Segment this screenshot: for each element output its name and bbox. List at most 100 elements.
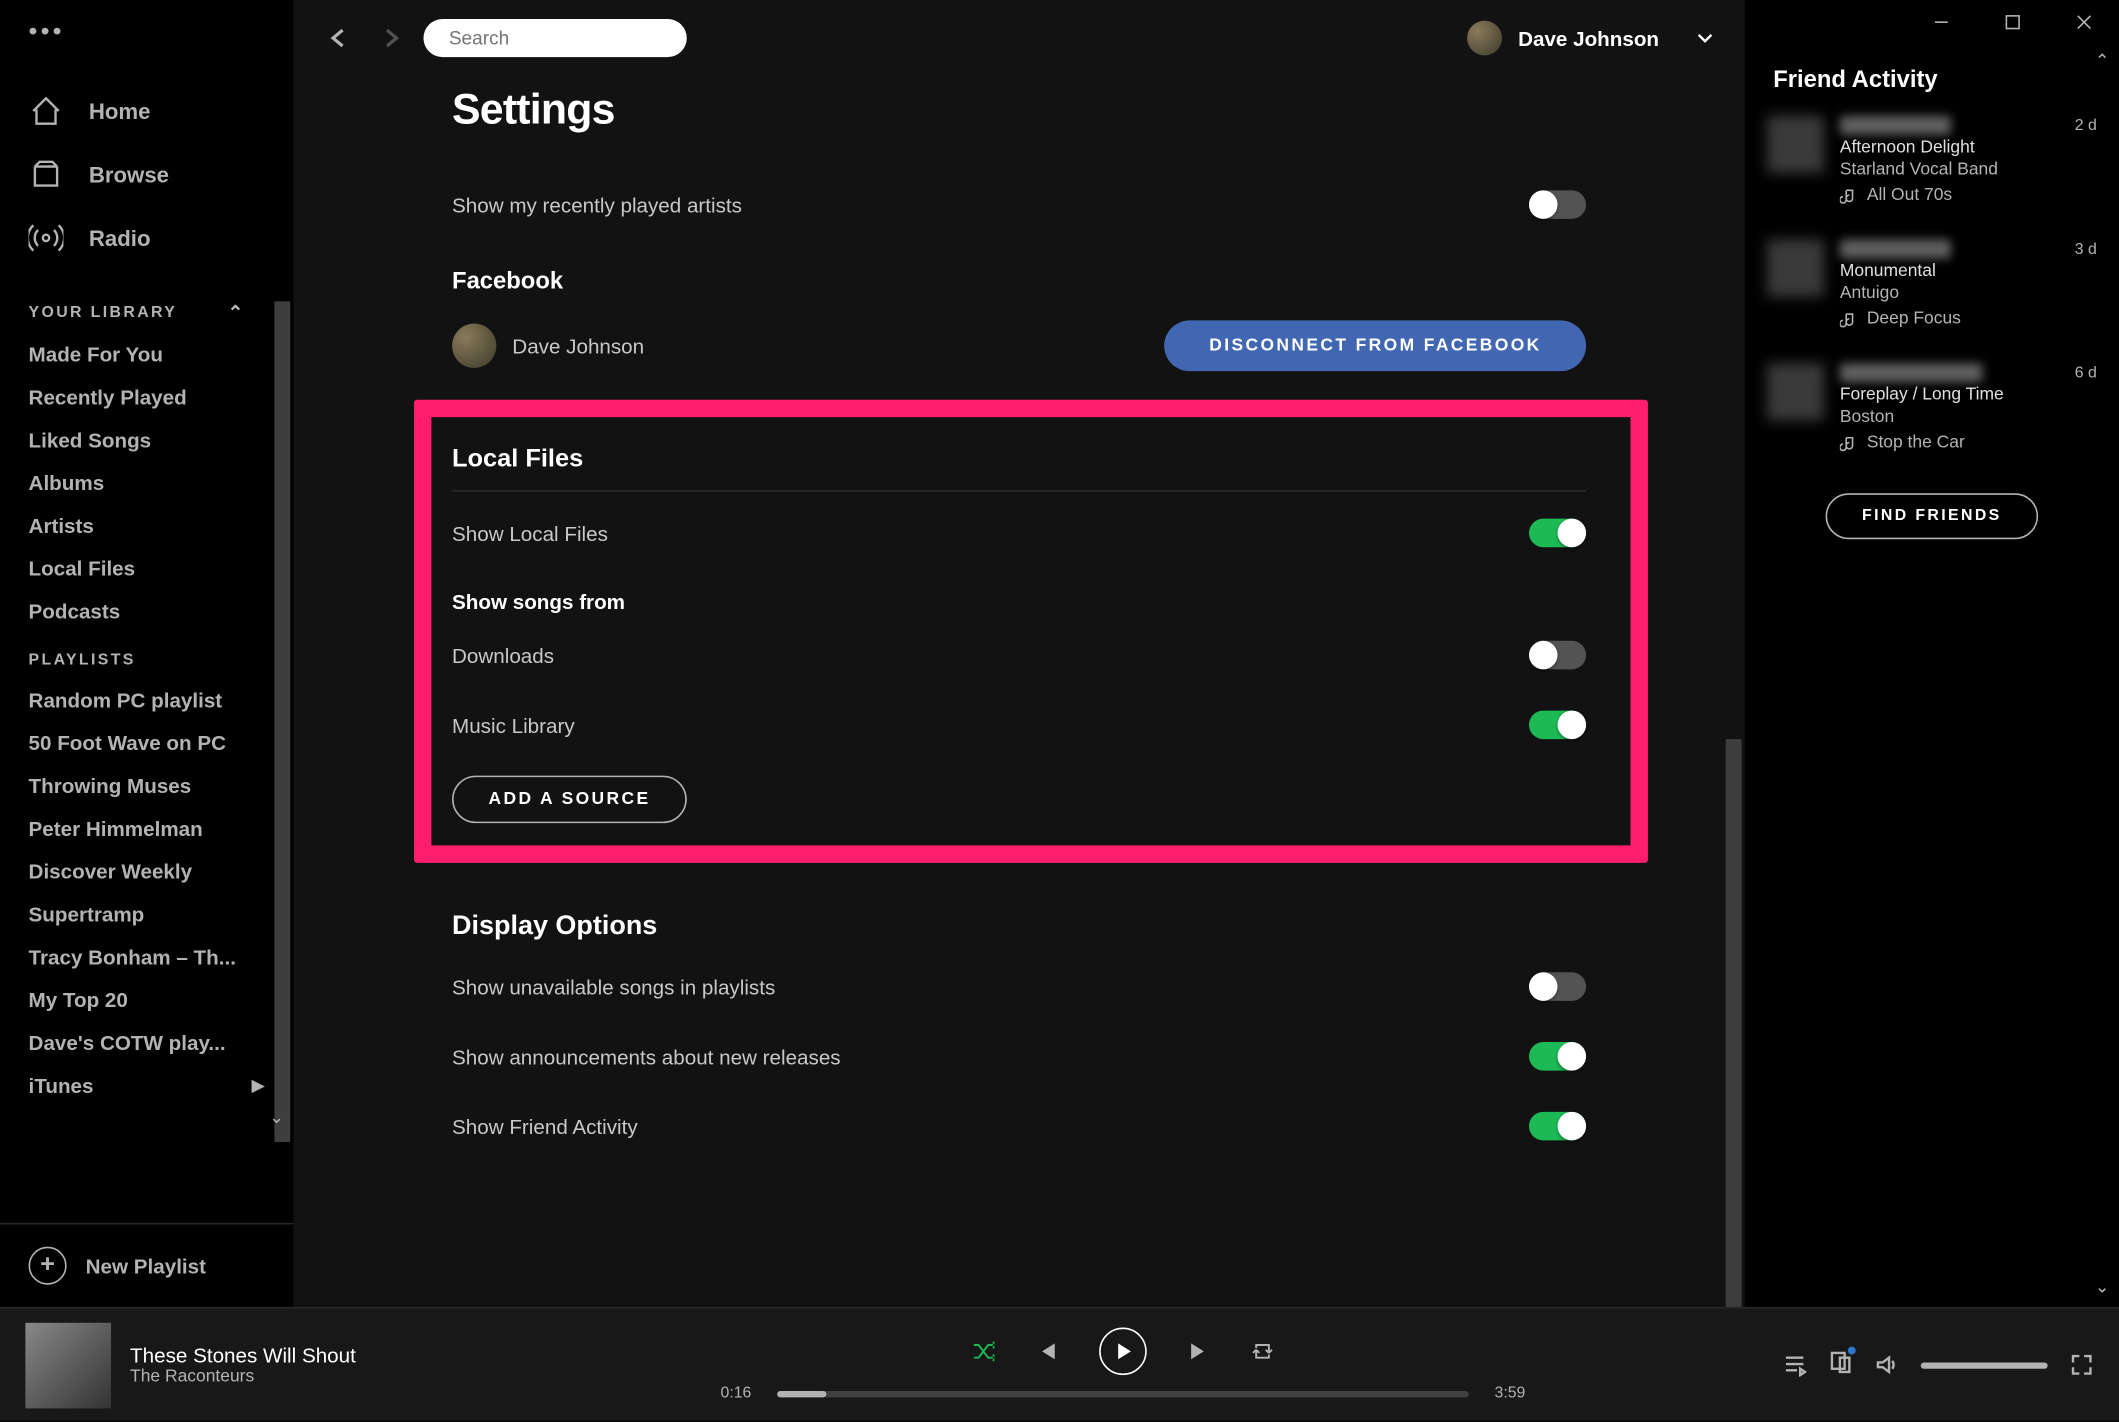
new-playlist-button[interactable]: + New Playlist — [0, 1223, 293, 1307]
library-section-text: YOUR LIBRARY — [29, 304, 178, 321]
friend-song: Monumental — [1840, 262, 2097, 281]
close-button[interactable] — [2048, 0, 2119, 44]
library-scroll: YOUR LIBRARY ⌃ Made For You Recently Pla… — [0, 282, 293, 1223]
friend-song: Afternoon Delight — [1840, 138, 2097, 157]
library-section-label: YOUR LIBRARY ⌃ — [0, 282, 293, 333]
search-box[interactable] — [423, 19, 686, 57]
playlists-section-label: PLAYLISTS — [0, 633, 293, 679]
volume-icon[interactable] — [1875, 1353, 1899, 1377]
toggle-friend-activity[interactable] — [1529, 1112, 1586, 1141]
maximize-button[interactable] — [1976, 0, 2047, 44]
shuffle-icon[interactable] — [972, 1340, 994, 1362]
toggle-unavailable-songs[interactable] — [1529, 972, 1586, 1001]
toggle-recently-played[interactable] — [1529, 190, 1586, 219]
toggle-announcements[interactable] — [1529, 1042, 1586, 1071]
progress-bar[interactable] — [777, 1390, 1469, 1396]
chevron-down-icon — [1694, 27, 1716, 49]
volume-slider[interactable] — [1921, 1362, 2048, 1368]
playlist-expand-icon[interactable]: ▶ — [251, 1075, 264, 1096]
friend-avatar — [1767, 363, 1824, 420]
nav-browse[interactable]: Browse — [29, 143, 281, 206]
nav-radio[interactable]: Radio — [29, 206, 281, 269]
friend-activity-item[interactable]: 6 d Foreplay / Long Time Boston Stop the… — [1767, 363, 2097, 452]
repeat-icon[interactable] — [1251, 1340, 1273, 1362]
playlist-item[interactable]: 50 Foot Wave on PC — [0, 722, 293, 765]
avatar — [1467, 21, 1502, 56]
forward-button[interactable] — [376, 22, 408, 54]
friend-activity-item[interactable]: 2 d Afternoon Delight Starland Vocal Ban… — [1767, 116, 2097, 205]
window-controls — [1745, 0, 2119, 44]
setting-recently-played: Show my recently played artists — [452, 170, 1586, 240]
previous-track-icon[interactable] — [1036, 1340, 1058, 1362]
chevron-up-icon[interactable]: ⌃ — [2095, 51, 2110, 72]
music-note-icon — [1840, 186, 1857, 203]
add-source-button[interactable]: ADD A SOURCE — [452, 776, 687, 824]
now-playing-bar: These Stones Will Shout The Raconteurs 0… — [0, 1307, 2119, 1421]
playlist-item[interactable]: Discover Weekly — [0, 850, 293, 893]
facebook-row: Dave Johnson DISCONNECT FROM FACEBOOK — [452, 305, 1586, 387]
setting-unavailable-songs: Show unavailable songs in playlists — [452, 952, 1586, 1022]
playlist-item-itunes[interactable]: iTunes — [0, 1064, 251, 1107]
playlist-item[interactable]: Throwing Muses — [0, 764, 293, 807]
lib-recently-played[interactable]: Recently Played — [0, 376, 293, 419]
section-display-options: Display Options — [452, 882, 1586, 952]
friend-username — [1840, 239, 1951, 258]
minimize-button[interactable] — [1905, 0, 1976, 44]
local-files-highlight: Local Files Show Local Files Show songs … — [414, 400, 1648, 863]
friend-avatar — [1767, 116, 1824, 173]
search-input[interactable] — [449, 27, 695, 49]
friend-artist: Starland Vocal Band — [1840, 160, 2097, 179]
friend-playlist: All Out 70s — [1867, 186, 1952, 205]
toggle-music-library[interactable] — [1529, 711, 1586, 740]
section-facebook: Facebook — [452, 239, 1586, 304]
lib-artists[interactable]: Artists — [0, 504, 293, 547]
play-button[interactable] — [1099, 1328, 1147, 1376]
progress-bar-row: 0:16 3:59 — [711, 1385, 1536, 1402]
app-menu-dots[interactable]: ••• — [0, 0, 293, 67]
lib-albums[interactable]: Albums — [0, 462, 293, 505]
friend-artist: Antuigo — [1840, 284, 2097, 303]
next-track-icon[interactable] — [1188, 1340, 1210, 1362]
toggle-downloads[interactable] — [1529, 641, 1586, 670]
setting-label: Show Local Files — [452, 521, 608, 545]
history-nav — [322, 22, 408, 54]
friend-artist: Boston — [1840, 408, 2097, 427]
playlist-item[interactable]: Tracy Bonham – Th... — [0, 936, 293, 979]
friend-playlist: Deep Focus — [1867, 309, 1961, 328]
devices-icon[interactable] — [1829, 1349, 1853, 1381]
playlist-item[interactable]: My Top 20 — [0, 979, 293, 1022]
music-note-icon — [1840, 434, 1857, 451]
album-art — [25, 1322, 111, 1408]
back-button[interactable] — [322, 22, 354, 54]
elapsed-time: 0:16 — [711, 1385, 762, 1402]
disconnect-facebook-button[interactable]: DISCONNECT FROM FACEBOOK — [1165, 320, 1586, 371]
playlist-item[interactable]: Supertramp — [0, 893, 293, 936]
lib-made-for-you[interactable]: Made For You — [0, 333, 293, 376]
playlist-item[interactable]: Peter Himmelman — [0, 807, 293, 850]
chevron-down-icon[interactable]: ⌄ — [2095, 1277, 2110, 1298]
find-friends-button[interactable]: FIND FRIENDS — [1826, 493, 2039, 539]
lib-liked-songs[interactable]: Liked Songs — [0, 419, 293, 462]
playback-extras — [1745, 1349, 2094, 1381]
now-playing-info[interactable]: These Stones Will Shout The Raconteurs — [25, 1322, 501, 1408]
avatar — [452, 324, 496, 368]
section-local-files: Local Files — [452, 417, 1586, 492]
left-sidebar: ••• Home Browse Radio — [0, 0, 293, 1307]
main-row: ••• Home Browse Radio — [0, 0, 2119, 1307]
center-column: Dave Johnson Settings Show my recently p… — [293, 0, 1744, 1307]
playlist-item[interactable]: Random PC playlist — [0, 679, 293, 722]
user-menu[interactable]: Dave Johnson — [1467, 21, 1716, 56]
nav-home[interactable]: Home — [29, 79, 281, 142]
toggle-show-local-files[interactable] — [1529, 519, 1586, 548]
lib-podcasts[interactable]: Podcasts — [0, 590, 293, 633]
topbar: Dave Johnson — [293, 0, 1744, 76]
fullscreen-icon[interactable] — [2070, 1353, 2094, 1377]
queue-icon[interactable] — [1783, 1353, 1807, 1377]
lib-local-files[interactable]: Local Files — [0, 547, 293, 590]
settings-body: Settings Show my recently played artists… — [293, 76, 1744, 1307]
chevron-up-icon[interactable]: ⌃ — [228, 301, 246, 323]
playlist-item[interactable]: Dave's COTW play... — [0, 1021, 293, 1064]
chevron-down-icon[interactable]: ⌄ — [0, 1107, 293, 1128]
friend-username — [1840, 363, 1983, 382]
friend-activity-item[interactable]: 3 d Monumental Antuigo Deep Focus — [1767, 239, 2097, 328]
